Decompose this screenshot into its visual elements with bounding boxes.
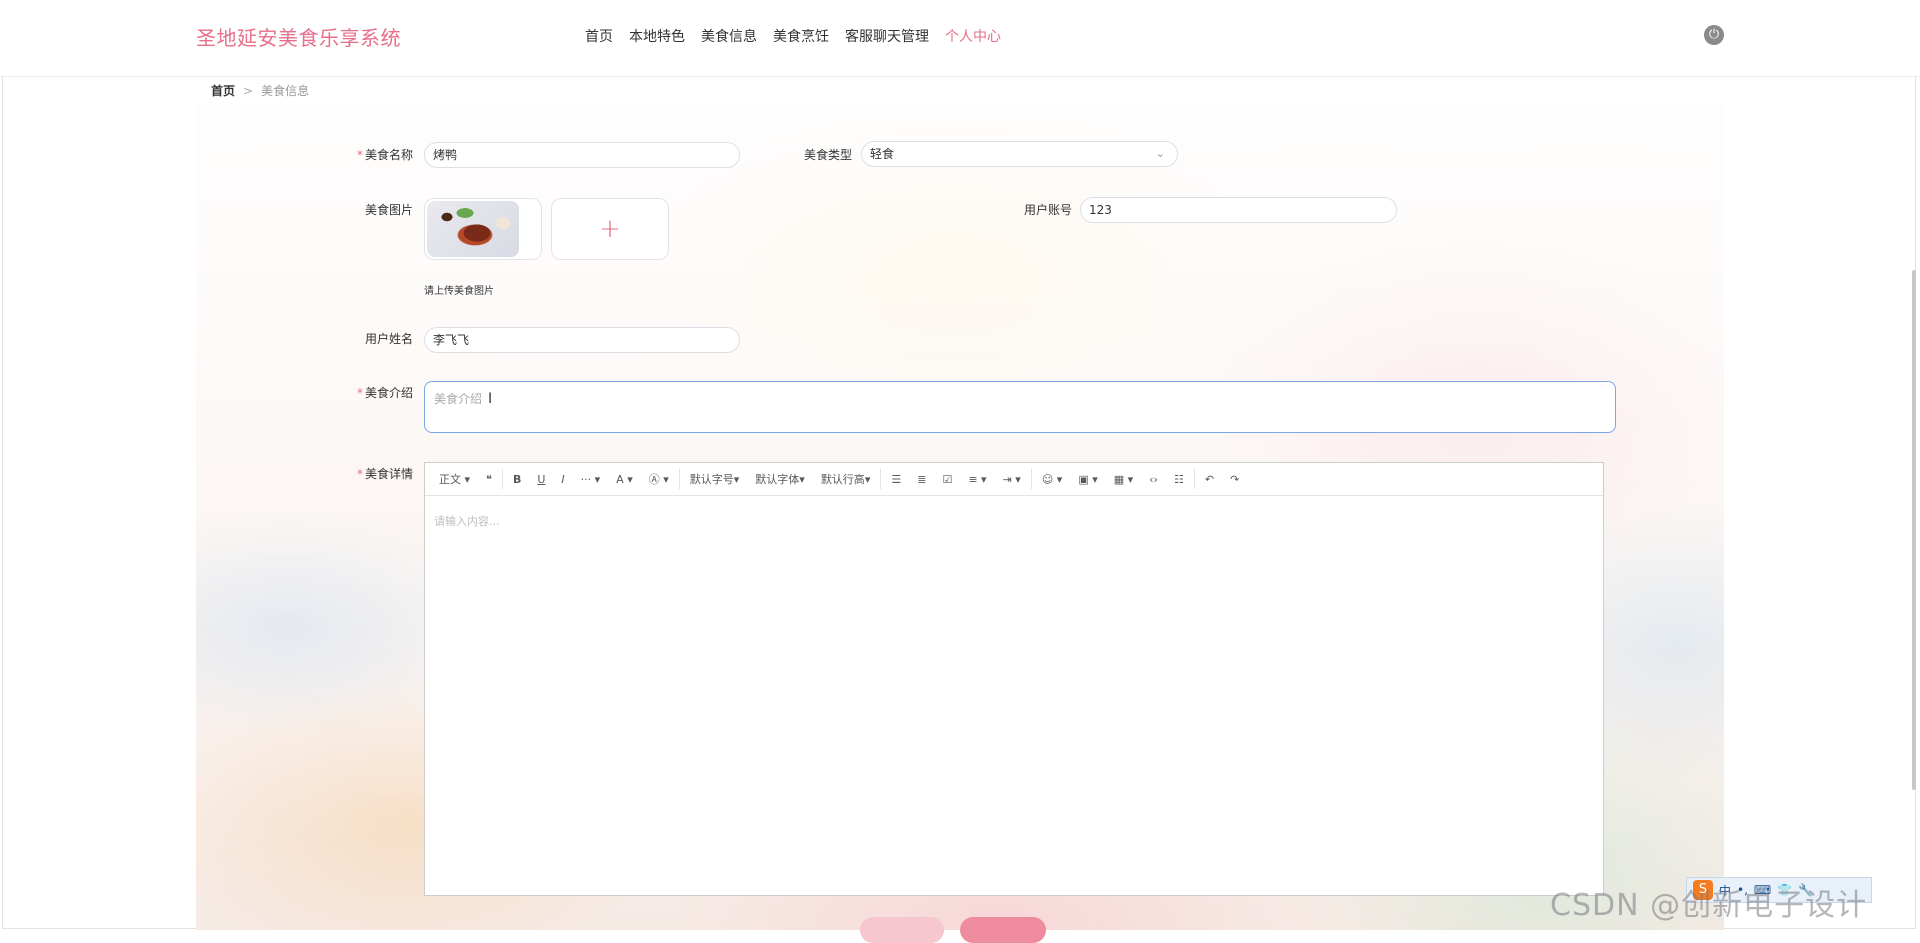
top-header: 圣地延安美食乐享系统 首页 本地特色 美食信息 美食烹饪 客服聊天管理 个人中心… — [0, 0, 1920, 77]
required-mark: * — [356, 386, 363, 400]
breadcrumb: 首页 > 美食信息 — [211, 82, 309, 99]
food-name-label: * 美食名称 — [356, 148, 413, 162]
food-detail-label: * 美食详情 — [356, 467, 413, 481]
toolbar-divider — [501, 469, 503, 489]
text-cursor-icon: I — [488, 391, 493, 407]
required-mark: * — [356, 467, 363, 481]
toolbar-divider — [678, 469, 680, 489]
food-type-value: 轻食 — [870, 147, 895, 161]
required-mark: * — [356, 148, 363, 162]
food-intro-placeholder: 美食介绍 — [434, 392, 483, 406]
nav-item-home[interactable]: 首页 — [585, 26, 613, 46]
food-type-label: 美食类型 — [803, 148, 852, 162]
nav-item-local-specialty[interactable]: 本地特色 — [629, 26, 685, 46]
chevron-down-icon: ⌄ — [1155, 147, 1165, 160]
breadcrumb-home[interactable]: 首页 — [211, 84, 235, 98]
font-color-icon[interactable]: A ▾ — [608, 473, 641, 486]
numbered-list-icon[interactable]: ≣ — [909, 473, 934, 486]
redo-icon[interactable]: ↷ — [1222, 473, 1247, 486]
site-title: 圣地延安美食乐享系统 — [196, 26, 401, 50]
more-format-icon[interactable]: ··· ▾ — [573, 473, 609, 486]
bold-icon[interactable]: B — [505, 473, 529, 486]
underline-icon[interactable]: U — [529, 473, 553, 486]
image-upload-button[interactable]: + — [551, 198, 669, 260]
user-name-input[interactable]: 李飞飞 — [424, 327, 740, 353]
image-icon[interactable]: ▣ ▾ — [1070, 473, 1105, 486]
rich-text-editor[interactable]: 正文 ▾ ❝ B U I ··· ▾ A ▾ Ⓐ ▾ 默认字号▾ 默认字体▾ 默… — [424, 462, 1604, 896]
nav-item-customer-chat[interactable]: 客服聊天管理 — [845, 26, 929, 46]
page-scrollbar[interactable] — [1912, 270, 1916, 790]
toolbar-divider — [1193, 469, 1195, 489]
food-type-select[interactable]: 轻食 ⌄ — [861, 141, 1178, 167]
food-intro-textarea[interactable]: 美食介绍 I — [424, 381, 1616, 433]
logout-power-icon[interactable]: ⏻ — [1704, 25, 1724, 45]
toolbar-divider — [1030, 469, 1032, 489]
align-icon[interactable]: ≡ ▾ — [960, 473, 994, 486]
plus-icon: + — [599, 214, 621, 244]
submit-button[interactable] — [960, 917, 1046, 943]
food-name-input[interactable]: 烤鸭 — [424, 142, 740, 168]
nav-item-personal-center[interactable]: 个人中心 — [945, 26, 1001, 46]
todo-checkbox-icon[interactable]: ☑ — [934, 473, 960, 486]
roast-duck-image — [427, 201, 519, 257]
user-account-label: 用户账号 — [1023, 203, 1072, 217]
editor-toolbar: 正文 ▾ ❝ B U I ··· ▾ A ▾ Ⓐ ▾ 默认字号▾ 默认字体▾ 默… — [425, 463, 1603, 496]
user-account-input[interactable]: 123 — [1080, 197, 1397, 223]
blockquote-icon[interactable]: ❝ — [478, 473, 500, 486]
table-icon[interactable]: ▦ ▾ — [1106, 473, 1141, 486]
indent-icon[interactable]: ⇥ ▾ — [995, 473, 1029, 486]
editor-placeholder: 请输入内容... — [434, 515, 500, 528]
csdn-watermark: CSDN @创新电子设计 — [1550, 888, 1868, 923]
nav-item-food-info[interactable]: 美食信息 — [701, 26, 757, 46]
line-height-dropdown[interactable]: 默认行高▾ — [813, 471, 879, 487]
undo-icon[interactable]: ↶ — [1197, 473, 1222, 486]
paragraph-style-dropdown[interactable]: 正文 ▾ — [431, 471, 478, 487]
user-name-label: 用户姓名 — [364, 332, 413, 346]
toolbar-divider — [880, 469, 882, 489]
food-intro-label: * 美食介绍 — [356, 386, 413, 400]
cancel-button[interactable] — [860, 917, 944, 943]
bulleted-list-icon[interactable]: ☰ — [883, 473, 909, 486]
main-nav: 首页 本地特色 美食信息 美食烹饪 客服聊天管理 个人中心 — [585, 26, 1017, 46]
breadcrumb-current: 美食信息 — [261, 84, 310, 98]
font-family-dropdown[interactable]: 默认字体▾ — [747, 471, 813, 487]
divider-line-icon[interactable]: ☷ — [1166, 473, 1192, 486]
food-image-label: 美食图片 — [364, 203, 413, 217]
nav-item-food-cooking[interactable]: 美食烹饪 — [773, 26, 829, 46]
italic-icon[interactable]: I — [553, 473, 572, 486]
emoji-icon[interactable]: ☺ ▾ — [1034, 473, 1071, 486]
background-color-icon[interactable]: Ⓐ ▾ — [641, 471, 677, 487]
breadcrumb-separator: > — [243, 84, 254, 98]
image-upload-hint: 请上传美食图片 — [424, 286, 494, 297]
font-size-dropdown[interactable]: 默认字号▾ — [682, 471, 748, 487]
food-image-thumbnail[interactable] — [424, 198, 542, 260]
code-icon[interactable]: ‹› — [1141, 473, 1166, 486]
